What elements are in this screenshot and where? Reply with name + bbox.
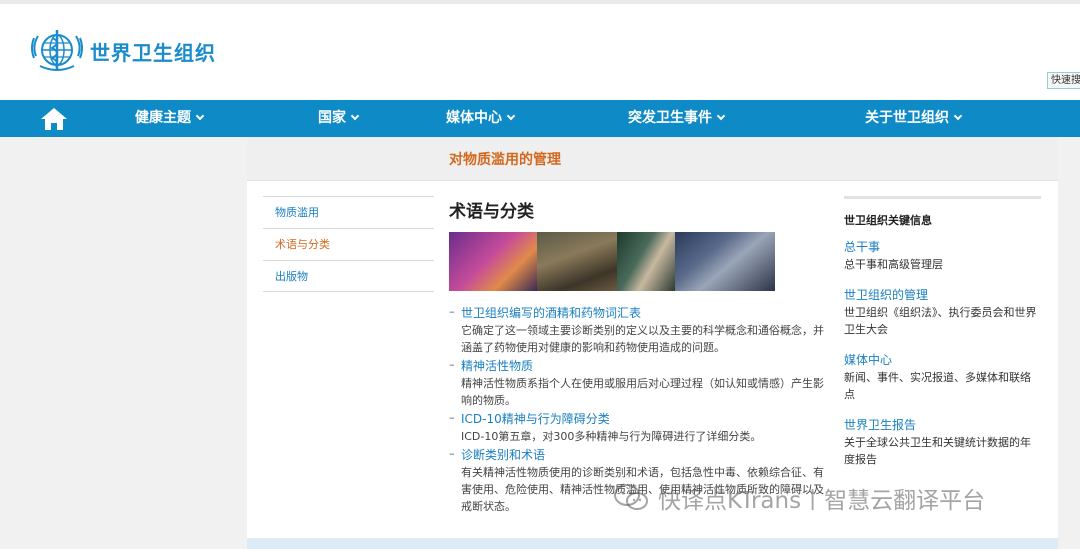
left-nav: 物质滥用 术语与分类 出版物: [263, 196, 434, 292]
entry-link[interactable]: 诊断类别和术语: [461, 447, 825, 464]
main-content: 术语与分类 – 世卫组织编写的酒精和药物词汇表 它确定了这一领域主要诊断类别的定…: [449, 197, 825, 513]
section-heading: 术语与分类: [449, 202, 534, 222]
nav-item-emergencies[interactable]: 突发卫生事件: [628, 100, 726, 137]
site-header: 世界卫生组织 快速搜: [0, 4, 1080, 100]
nav-label: 突发卫生事件: [628, 110, 712, 126]
house-icon: [41, 108, 67, 130]
wechat-icon: [614, 484, 648, 510]
left-nav-item-terminology[interactable]: 术语与分类: [263, 228, 434, 260]
nav-item-countries[interactable]: 国家: [318, 100, 360, 137]
title-bar: 对物质滥用的管理: [247, 137, 1058, 181]
entry-description: 它确定了这一领域主要诊断类别的定义以及主要的科学概念和通俗概念，并涵盖了药物使用…: [461, 324, 824, 354]
nav-label: 国家: [318, 110, 346, 126]
sidebar-description: 总干事和高级管理层: [844, 258, 943, 271]
main-nav: 健康主题 国家 媒体中心 突发卫生事件 关于世卫组织: [0, 100, 1080, 137]
nav-item-media-centre[interactable]: 媒体中心: [446, 100, 516, 137]
who-logo[interactable]: 世界卫生组织: [28, 26, 216, 76]
dash-bullet: –: [449, 358, 455, 371]
chevron-down-icon: [195, 111, 205, 121]
watermark: 快译点KTrans丨智慧云翻译平台: [612, 481, 985, 515]
sidebar-link-director-general[interactable]: 总干事: [844, 239, 1041, 256]
chevron-down-icon: [953, 111, 963, 121]
left-nav-item-publications[interactable]: 出版物: [263, 260, 434, 292]
dash-bullet: –: [449, 305, 455, 318]
page-title: 对物质滥用的管理: [449, 152, 561, 168]
sidebar-title: 世卫组织关键信息: [844, 214, 932, 227]
sidebar-item: 世卫组织的管理 世卫组织《组织法》、执行委员会和世界卫生大会: [844, 287, 1041, 338]
list-item: – ICD-10精神与行为障碍分类 ICD-10第五章，对300多种精神与行为障…: [449, 411, 825, 445]
dash-bullet: –: [449, 411, 455, 424]
logo-text: 世界卫生组织: [90, 40, 216, 65]
entry-description: ICD-10第五章，对300多种精神与行为障碍进行了详细分类。: [461, 430, 762, 443]
footer-strip: [247, 538, 1058, 549]
nav-item-health-topics[interactable]: 健康主题: [135, 100, 205, 137]
dash-bullet: –: [449, 447, 455, 460]
banner-photo: [449, 232, 775, 291]
quick-links-dropdown[interactable]: 快速搜: [1047, 72, 1080, 89]
sidebar-item: 总干事 总干事和高级管理层: [844, 239, 1041, 273]
sidebar-item: 世界卫生报告 关于全球公共卫生和关键统计数据的年度报告: [844, 417, 1041, 468]
left-nav-item-substance-abuse[interactable]: 物质滥用: [263, 196, 434, 228]
sidebar-description: 关于全球公共卫生和关键统计数据的年度报告: [844, 436, 1031, 466]
sidebar-description: 新闻、事件、实况报道、多媒体和联络点: [844, 371, 1031, 401]
nav-label: 媒体中心: [446, 110, 502, 126]
chevron-down-icon: [716, 111, 726, 121]
home-button[interactable]: [38, 104, 70, 134]
watermark-text: 快译点KTrans丨智慧云翻译平台: [658, 488, 986, 514]
list-item: – 世卫组织编写的酒精和药物词汇表 它确定了这一领域主要诊断类别的定义以及主要的…: [449, 305, 825, 356]
entry-link[interactable]: 精神活性物质: [461, 358, 825, 375]
entry-description: 精神活性物质系指个人在使用或服用后对心理过程（如认知或情感）产生影响的物质。: [461, 377, 824, 407]
sidebar-item: 媒体中心 新闻、事件、实况报道、多媒体和联络点: [844, 352, 1041, 403]
nav-label: 健康主题: [135, 110, 191, 126]
who-emblem-icon: [31, 30, 83, 71]
nav-label: 关于世卫组织: [865, 110, 949, 126]
entry-link[interactable]: ICD-10精神与行为障碍分类: [461, 411, 825, 428]
chevron-down-icon: [350, 111, 360, 121]
sidebar-link-media-centre[interactable]: 媒体中心: [844, 352, 1041, 369]
sidebar-link-world-health-report[interactable]: 世界卫生报告: [844, 417, 1041, 434]
entry-link[interactable]: 世卫组织编写的酒精和药物词汇表: [461, 305, 825, 322]
key-info-sidebar: 世卫组织关键信息 总干事 总干事和高级管理层 世卫组织的管理 世卫组织《组织法》…: [844, 196, 1041, 482]
sidebar-description: 世卫组织《组织法》、执行委员会和世界卫生大会: [844, 306, 1037, 336]
chevron-down-icon: [506, 111, 516, 121]
sidebar-link-governance[interactable]: 世卫组织的管理: [844, 287, 1041, 304]
nav-item-about-who[interactable]: 关于世卫组织: [865, 100, 963, 137]
list-item: – 精神活性物质 精神活性物质系指个人在使用或服用后对心理过程（如认知或情感）产…: [449, 358, 825, 409]
